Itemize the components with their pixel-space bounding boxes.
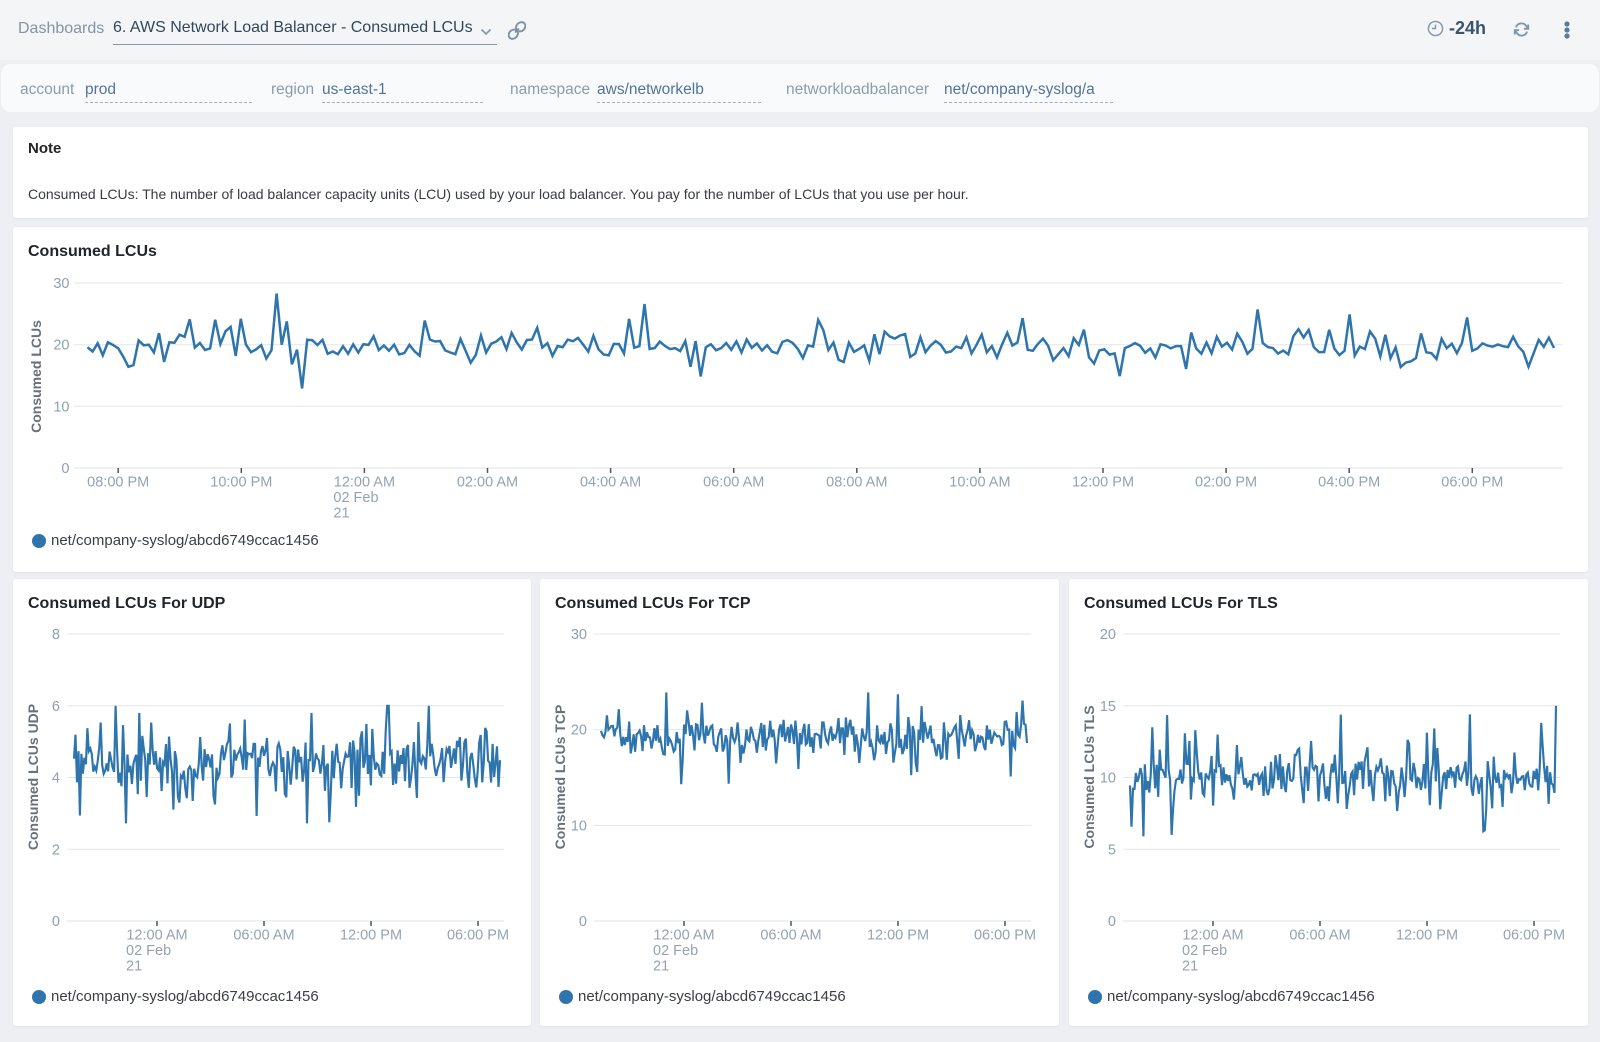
svg-text:12:00 PM: 12:00 PM — [1072, 475, 1134, 491]
svg-text:Consumed LCUs UDP: Consumed LCUs UDP — [25, 704, 41, 850]
svg-text:06:00 PM: 06:00 PM — [1503, 928, 1565, 944]
svg-text:02:00 AM: 02:00 AM — [457, 475, 518, 491]
svg-text:12:00 AM: 12:00 AM — [1182, 928, 1243, 944]
svg-text:12:00 PM: 12:00 PM — [340, 928, 402, 944]
svg-text:06:00 PM: 06:00 PM — [974, 928, 1036, 944]
svg-text:10:00 PM: 10:00 PM — [210, 475, 272, 491]
svg-text:15: 15 — [1100, 699, 1116, 715]
svg-text:10: 10 — [571, 818, 587, 834]
svg-text:02 Feb: 02 Feb — [126, 943, 171, 959]
svg-text:4: 4 — [52, 771, 60, 787]
svg-text:02 Feb: 02 Feb — [653, 943, 698, 959]
svg-text:21: 21 — [1182, 959, 1198, 975]
svg-text:Consumed LCUs TLS: Consumed LCUs TLS — [1081, 705, 1097, 848]
svg-text:06:00 AM: 06:00 AM — [760, 928, 821, 944]
svg-text:6: 6 — [52, 699, 60, 715]
svg-text:21: 21 — [126, 959, 142, 975]
svg-text:8: 8 — [52, 627, 60, 643]
svg-text:21: 21 — [333, 506, 349, 522]
svg-text:21: 21 — [653, 959, 669, 975]
svg-text:08:00 PM: 08:00 PM — [87, 475, 149, 491]
svg-text:12:00 AM: 12:00 AM — [653, 928, 714, 944]
svg-text:04:00 PM: 04:00 PM — [1318, 475, 1380, 491]
svg-text:02 Feb: 02 Feb — [333, 490, 378, 506]
svg-text:08:00 AM: 08:00 AM — [826, 475, 887, 491]
svg-text:04:00 AM: 04:00 AM — [580, 475, 641, 491]
svg-text:5: 5 — [1108, 842, 1116, 858]
svg-text:20: 20 — [571, 723, 587, 739]
svg-text:12:00 PM: 12:00 PM — [867, 928, 929, 944]
svg-text:12:00 AM: 12:00 AM — [334, 475, 395, 491]
svg-text:Consumed LCUs: Consumed LCUs — [28, 320, 44, 433]
svg-text:12:00 PM: 12:00 PM — [1396, 928, 1458, 944]
svg-text:2: 2 — [52, 842, 60, 858]
svg-text:10: 10 — [1100, 771, 1116, 787]
svg-text:0: 0 — [61, 461, 69, 477]
svg-text:20: 20 — [1100, 627, 1116, 643]
svg-text:0: 0 — [52, 914, 60, 930]
svg-text:06:00 AM: 06:00 AM — [703, 475, 764, 491]
svg-text:06:00 AM: 06:00 AM — [1289, 928, 1350, 944]
svg-text:30: 30 — [53, 276, 69, 292]
svg-text:10:00 AM: 10:00 AM — [949, 475, 1010, 491]
svg-text:0: 0 — [579, 914, 587, 930]
svg-text:06:00 PM: 06:00 PM — [447, 928, 509, 944]
svg-text:Consumed LCUs TCP: Consumed LCUs TCP — [552, 705, 568, 850]
svg-text:02:00 PM: 02:00 PM — [1195, 475, 1257, 491]
svg-text:10: 10 — [53, 399, 69, 415]
svg-text:06:00 AM: 06:00 AM — [233, 928, 294, 944]
svg-text:02 Feb: 02 Feb — [1182, 943, 1227, 959]
svg-text:0: 0 — [1108, 914, 1116, 930]
svg-text:12:00 AM: 12:00 AM — [126, 928, 187, 944]
svg-text:20: 20 — [53, 338, 69, 354]
svg-text:30: 30 — [571, 627, 587, 643]
svg-text:06:00 PM: 06:00 PM — [1441, 475, 1503, 491]
